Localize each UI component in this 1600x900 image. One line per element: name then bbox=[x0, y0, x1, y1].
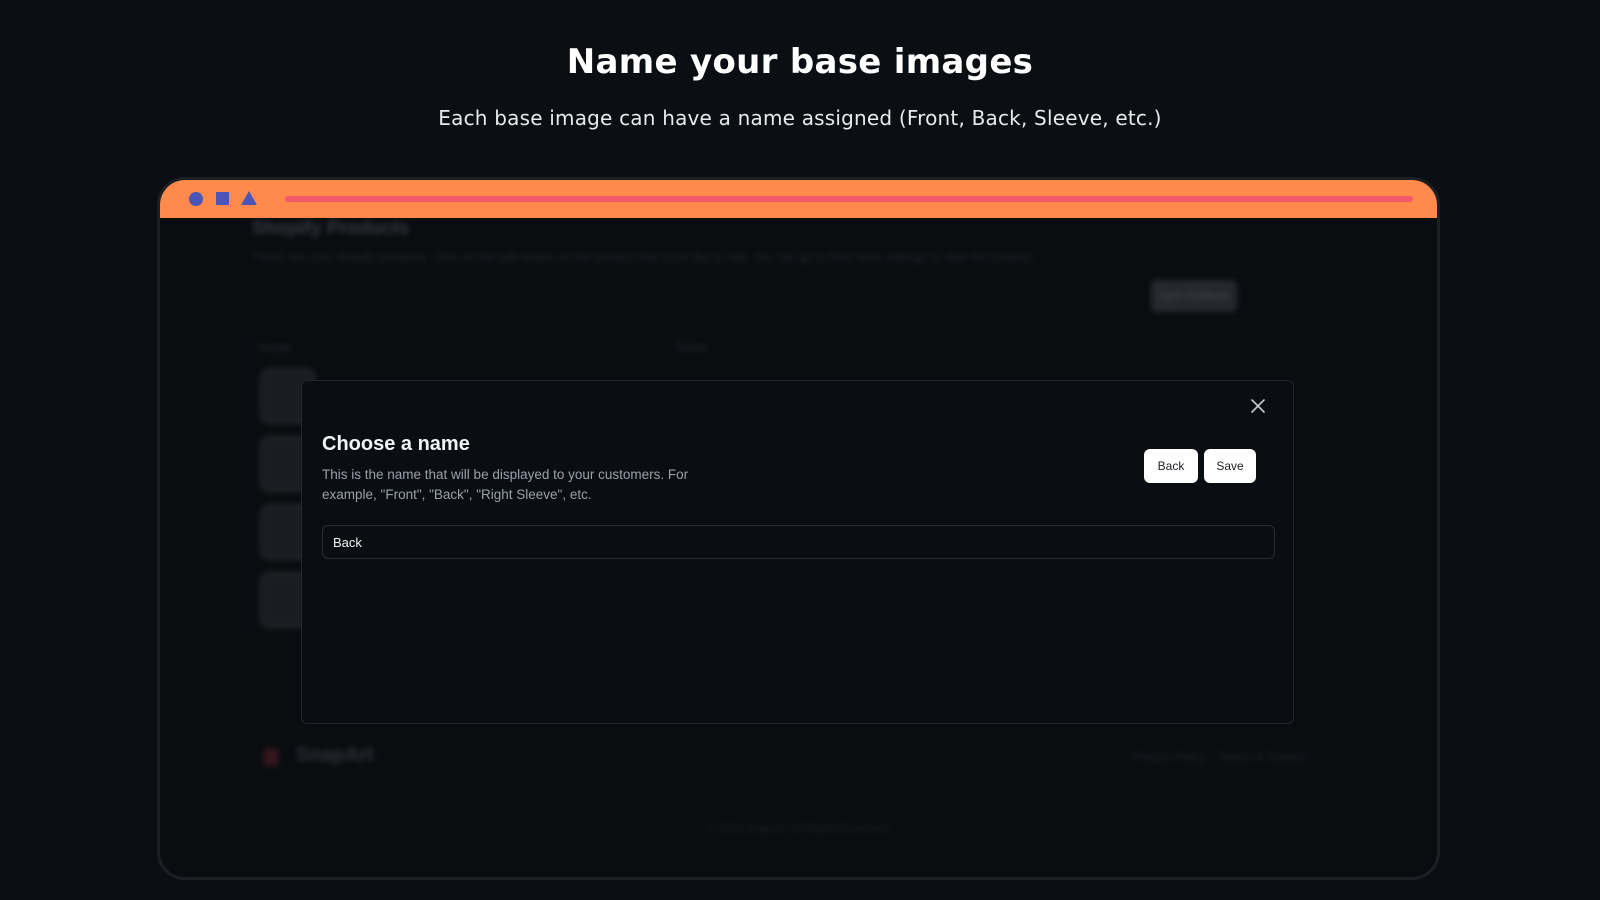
bg-page-title: Shopify Products bbox=[252, 218, 410, 239]
name-input[interactable] bbox=[322, 525, 1275, 559]
browser-bar bbox=[160, 180, 1437, 218]
hero-title: Name your base images bbox=[566, 42, 1034, 82]
modal-description: This is the name that will be displayed … bbox=[322, 467, 689, 502]
square-shape-icon bbox=[216, 192, 229, 205]
close-icon[interactable] bbox=[1249, 397, 1267, 415]
bg-column-name: Name bbox=[675, 340, 708, 354]
bg-footer-brand: SnapArt bbox=[296, 744, 374, 766]
bg-footer-divider bbox=[252, 788, 1312, 789]
bg-sync-button: Sync Products bbox=[1151, 280, 1237, 312]
bg-column-image: Image bbox=[258, 340, 292, 354]
bg-footer-logo bbox=[264, 748, 278, 766]
triangle-shape-icon bbox=[241, 191, 257, 205]
choose-name-modal: Choose a name This is the name that will… bbox=[301, 380, 1294, 724]
save-button[interactable]: Save bbox=[1204, 449, 1256, 483]
circle-shape-icon bbox=[189, 192, 203, 206]
back-button[interactable]: Back bbox=[1144, 449, 1198, 483]
bg-footer-link: Terms of Service bbox=[1218, 750, 1308, 764]
hero-subtitle: Each base image can have a name assigned… bbox=[438, 106, 1162, 130]
address-bar bbox=[285, 196, 1413, 202]
modal-title: Choose a name bbox=[322, 433, 470, 455]
bg-copyright: © 2023 SnapArt. All Rights Reserved. bbox=[706, 823, 891, 835]
browser-frame: Shopify Products These are your Shopify … bbox=[157, 177, 1440, 880]
bg-page-description: These are your Shopify products. Click o… bbox=[252, 250, 1035, 264]
bg-footer-link: Privacy Policy bbox=[1132, 750, 1207, 764]
page: Name your base images Each base image ca… bbox=[0, 0, 1600, 900]
